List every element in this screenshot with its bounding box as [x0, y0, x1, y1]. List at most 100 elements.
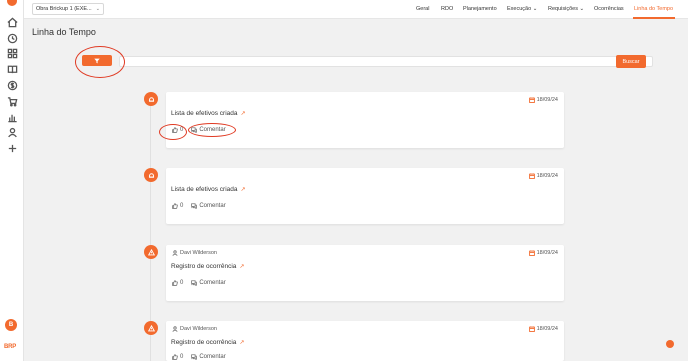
chevron-down-icon: ⌄: [532, 6, 538, 12]
external-link-icon[interactable]: ↗: [239, 263, 244, 270]
card-title-text: Lista de efetivos criada: [171, 186, 238, 193]
nav-requisicoes-label: Requisições: [548, 6, 578, 12]
card-title[interactable]: Lista de efetivos criada ↗: [171, 186, 246, 193]
card-date: 18/09/24: [528, 326, 558, 332]
card-title-text: Lista de efetivos criada: [171, 110, 238, 117]
card-title-text: Registro de ocorrência: [171, 339, 237, 346]
dollar-icon[interactable]: [6, 79, 18, 91]
like-button[interactable]: 0: [172, 280, 183, 286]
like-button[interactable]: 0: [172, 354, 183, 360]
comment-button[interactable]: Comentar: [191, 203, 226, 209]
helmet-icon: [148, 172, 154, 178]
comment-icon: [191, 354, 198, 360]
nav-execucao-label: Execução: [507, 6, 532, 12]
external-link-icon[interactable]: ↗: [240, 110, 245, 117]
search-button[interactable]: Buscar: [616, 55, 646, 68]
card-date-text: 18/09/24: [536, 250, 558, 256]
user-icon[interactable]: [6, 126, 18, 138]
annotation-ellipse-comment: [188, 123, 236, 137]
comment-button[interactable]: Comentar: [191, 354, 226, 360]
comment-label: Comentar: [199, 280, 226, 286]
active-tab-indicator: [633, 17, 675, 19]
card-date-text: 18/09/24: [536, 326, 558, 332]
timeline-card: Davi Wilderson 18/09/24 Registro de ocor…: [166, 321, 564, 361]
clock-icon[interactable]: [6, 32, 18, 44]
nav-rdo[interactable]: RDO: [441, 6, 453, 12]
nav-geral[interactable]: Geral: [416, 6, 429, 12]
card-date: 18/09/24: [528, 97, 558, 103]
card-title[interactable]: Registro de ocorrência ↗: [171, 263, 244, 270]
card-date-text: 18/09/24: [536, 173, 558, 179]
calendar-icon: [528, 173, 535, 179]
helmet-icon: [148, 96, 154, 102]
card-author-name: Davi Wilderson: [180, 250, 217, 256]
card-title[interactable]: Lista de efetivos criada ↗: [171, 110, 246, 117]
thumbs-up-icon: [172, 354, 178, 360]
card-author-name: Davi Wilderson: [180, 326, 217, 332]
card-title-text: Registro de ocorrência: [171, 263, 237, 270]
comment-button[interactable]: Comentar: [191, 280, 226, 286]
chevron-down-icon: ⌄: [579, 6, 585, 12]
page-title: Linha do Tempo: [32, 27, 96, 37]
filter-bar: [79, 54, 653, 69]
annotation-ellipse-filter: [75, 46, 125, 78]
grid-icon[interactable]: [6, 47, 18, 59]
logo-icon[interactable]: [7, 0, 17, 6]
like-button[interactable]: 0: [172, 203, 183, 209]
user-icon: [172, 326, 178, 332]
top-header: Obra Brickup 1 (EXE... ⌄: [24, 0, 688, 19]
thumbs-up-icon: [172, 203, 178, 209]
brand-logo: BRP: [4, 344, 17, 350]
card-actions: 0 Comentar: [172, 354, 226, 360]
card-date-text: 18/09/24: [536, 97, 558, 103]
sidebar: B BRP: [0, 0, 24, 361]
like-count: 0: [180, 280, 184, 286]
timeline-card: 18/09/24 Lista de efetivos criada ↗ 0 Co…: [166, 92, 564, 148]
like-count: 0: [180, 354, 184, 360]
calendar-icon: [528, 326, 535, 332]
warning-icon: [147, 324, 155, 331]
timeline-dot-ocorrencia: [144, 245, 158, 259]
comment-icon: [191, 203, 198, 209]
cart-icon[interactable]: [6, 95, 18, 107]
home-icon[interactable]: [6, 16, 18, 28]
help-button[interactable]: [666, 340, 674, 348]
comment-label: Comentar: [199, 354, 226, 360]
timeline-dot-efetivos: [144, 168, 158, 182]
card-date: 18/09/24: [528, 173, 558, 179]
project-select-value: Obra Brickup 1 (EXE...: [36, 6, 92, 12]
card-date: 18/09/24: [528, 250, 558, 256]
nav-execucao[interactable]: Execução ⌄: [507, 6, 537, 12]
user-icon: [172, 250, 178, 256]
book-icon[interactable]: [6, 63, 18, 75]
like-count: 0: [180, 203, 184, 209]
comment-label: Comentar: [199, 203, 226, 209]
search-input[interactable]: [119, 56, 653, 67]
card-author: Davi Wilderson: [172, 326, 217, 332]
plus-icon[interactable]: [6, 142, 18, 154]
nav-planejamento[interactable]: Planejamento: [463, 6, 497, 12]
timeline-dot-efetivos: [144, 92, 158, 106]
card-author: Davi Wilderson: [172, 250, 217, 256]
avatar[interactable]: B: [5, 319, 17, 331]
timeline-card: 18/09/24 Lista de efetivos criada ↗ 0 Co…: [166, 168, 564, 224]
card-title[interactable]: Registro de ocorrência ↗: [171, 339, 244, 346]
chevron-down-icon: ⌄: [95, 6, 100, 12]
calendar-icon: [528, 97, 535, 103]
external-link-icon[interactable]: ↗: [239, 339, 244, 346]
nav-ocorrencias[interactable]: Ocorrências: [594, 6, 624, 12]
calendar-icon: [528, 250, 535, 256]
timeline-card: Davi Wilderson 18/09/24 Registro de ocor…: [166, 245, 564, 301]
warning-icon: [147, 248, 155, 255]
bar-chart-icon[interactable]: [6, 111, 18, 123]
card-actions: 0 Comentar: [172, 280, 226, 286]
project-select[interactable]: Obra Brickup 1 (EXE... ⌄: [32, 3, 104, 15]
nav-linha-do-tempo[interactable]: Linha do Tempo: [634, 6, 673, 12]
thumbs-up-icon: [172, 280, 178, 286]
timeline-dot-ocorrencia: [144, 321, 158, 335]
card-actions: 0 Comentar: [172, 203, 226, 209]
external-link-icon[interactable]: ↗: [240, 186, 245, 193]
nav-requisicoes[interactable]: Requisições ⌄: [548, 6, 584, 12]
annotation-ellipse-like: [159, 124, 187, 140]
comment-icon: [191, 280, 198, 286]
